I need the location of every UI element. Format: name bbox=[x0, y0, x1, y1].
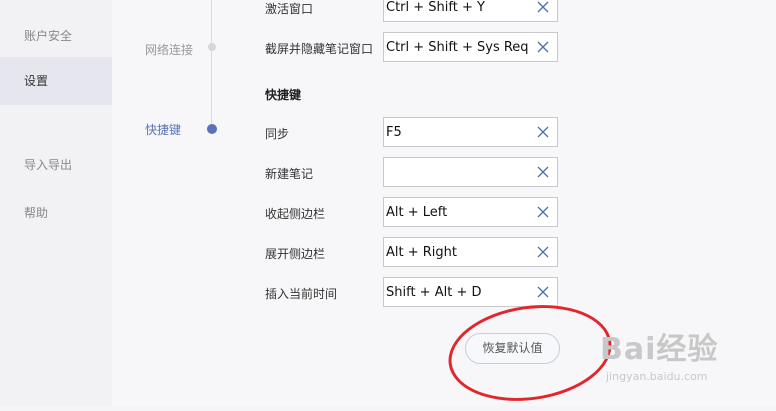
clear-icon[interactable] bbox=[537, 205, 549, 219]
row-label-screenshot-hide: 截屏并隐藏笔记窗口 bbox=[265, 42, 374, 56]
sidebar-item-label: 设置 bbox=[24, 74, 49, 88]
shortcut-value: Shift + Alt + D bbox=[386, 285, 482, 300]
clear-icon[interactable] bbox=[537, 125, 549, 139]
shortcut-field-sync[interactable]: F5 bbox=[383, 117, 558, 147]
sidebar-item-label: 账户安全 bbox=[24, 29, 73, 43]
row-label-collapse-sidebar: 收起侧边栏 bbox=[265, 207, 326, 221]
section-title-shortcuts: 快捷键 bbox=[265, 88, 302, 102]
shortcut-value: Ctrl + Shift + Sys Req bbox=[386, 40, 529, 55]
shortcut-field-collapse-sidebar[interactable]: Alt + Left bbox=[383, 197, 558, 227]
shortcut-value: Ctrl + Shift + Y bbox=[386, 0, 485, 15]
watermark-url: jingyan.baidu.com bbox=[606, 370, 708, 383]
sidebar-item-import-export[interactable]: 导入导出 bbox=[0, 156, 112, 173]
anchor-dot-network bbox=[208, 43, 216, 51]
row-label-expand-sidebar: 展开侧边栏 bbox=[265, 247, 326, 261]
sidebar: 账户安全 设置 导入导出 帮助 bbox=[0, 0, 112, 406]
clear-icon[interactable] bbox=[537, 245, 549, 259]
shortcut-field-expand-sidebar[interactable]: Alt + Right bbox=[383, 237, 558, 267]
sidebar-item-settings[interactable]: 设置 bbox=[0, 57, 112, 105]
row-label-sync: 同步 bbox=[265, 127, 290, 141]
clear-icon[interactable] bbox=[537, 40, 549, 54]
anchor-shortcuts[interactable]: 快捷键 bbox=[145, 121, 181, 138]
sidebar-item-account-security[interactable]: 账户安全 bbox=[0, 27, 112, 44]
shortcut-value: F5 bbox=[386, 125, 402, 140]
anchor-timeline bbox=[211, 0, 212, 128]
shortcut-value: Alt + Left bbox=[386, 205, 448, 220]
clear-icon[interactable] bbox=[537, 0, 549, 14]
row-label-activate-window: 激活窗口 bbox=[265, 2, 314, 16]
sidebar-item-label: 帮助 bbox=[24, 206, 49, 220]
shortcut-value: Alt + Right bbox=[386, 245, 457, 260]
row-label-insert-time: 插入当前时间 bbox=[265, 287, 338, 301]
clear-icon[interactable] bbox=[537, 285, 549, 299]
baidu-jingyan-watermark: Bai经验 jingyan.baidu.com bbox=[592, 318, 762, 388]
shortcut-field-new-note[interactable] bbox=[383, 157, 558, 187]
clear-icon[interactable] bbox=[537, 165, 549, 179]
row-label-new-note: 新建笔记 bbox=[265, 167, 314, 181]
watermark-logo: Bai经验 bbox=[600, 332, 719, 367]
anchor-network[interactable]: 网络连接 bbox=[145, 41, 193, 58]
sidebar-item-help[interactable]: 帮助 bbox=[0, 204, 112, 221]
shortcut-field-screenshot-hide[interactable]: Ctrl + Shift + Sys Req bbox=[383, 32, 558, 62]
anchor-dot-shortcuts bbox=[207, 124, 217, 134]
sidebar-item-label: 导入导出 bbox=[24, 158, 73, 172]
shortcut-field-insert-time[interactable]: Shift + Alt + D bbox=[383, 277, 558, 307]
shortcut-field-activate-window[interactable]: Ctrl + Shift + Y bbox=[383, 0, 558, 22]
